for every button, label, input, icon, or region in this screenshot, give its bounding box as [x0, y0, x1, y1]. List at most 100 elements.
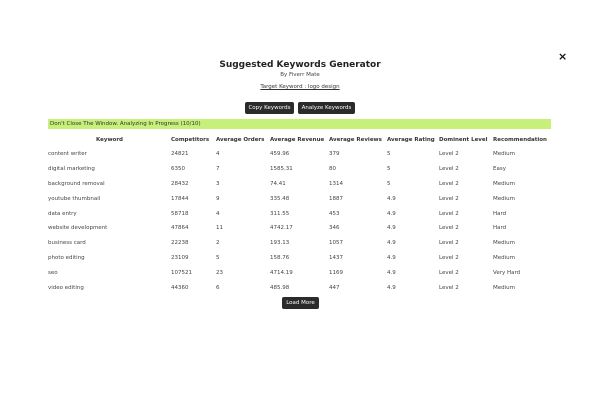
cell-average-orders: 23	[216, 269, 223, 276]
cell-recommendation: Medium	[493, 284, 515, 291]
cell-average-revenue: 193.13	[270, 240, 290, 247]
cell-recommendation: Medium	[493, 240, 515, 247]
cell-keyword: background removal	[48, 180, 105, 187]
cell-average-rating: 4.9	[387, 269, 396, 276]
header-competitors: Competitors	[171, 137, 210, 143]
table-row: website development 47864 11 4742.17 346 4.9 L…	[48, 221, 558, 236]
cell-competitors: 58718	[171, 210, 189, 217]
copy-keywords-button[interactable]: Copy Keywords	[245, 102, 294, 114]
analyze-keywords-button[interactable]: Analyze Keywords	[298, 102, 355, 114]
cell-competitors: 22238	[171, 240, 189, 247]
cell-keyword: photo editing	[48, 254, 85, 261]
cell-keyword: website development	[48, 225, 108, 232]
cell-dominent-level: Level 2	[439, 166, 459, 173]
header-recommendation: Recommendation	[493, 137, 547, 143]
cell-dominent-level: Level 2	[439, 240, 459, 247]
cell-average-revenue: 158.76	[270, 254, 290, 261]
cell-average-rating: 5	[387, 180, 391, 187]
cell-average-revenue: 311.55	[270, 210, 290, 217]
cell-keyword: youtube thumbnail	[48, 195, 101, 202]
cell-average-orders: 9	[216, 195, 220, 202]
cell-dominent-level: Level 2	[439, 180, 459, 187]
cell-recommendation: Medium	[493, 254, 515, 261]
load-more-button[interactable]: Load More	[282, 297, 319, 309]
cell-dominent-level: Level 2	[439, 254, 459, 261]
cell-dominent-level: Level 2	[439, 195, 459, 202]
cell-average-rating: 4.9	[387, 195, 396, 202]
page-title: Suggested Keywords Generator	[219, 60, 381, 70]
cell-average-orders: 2	[216, 240, 220, 247]
cell-dominent-level: Level 2	[439, 210, 459, 217]
cell-average-rating: 4.9	[387, 225, 396, 232]
cell-average-reviews: 1437	[329, 254, 343, 261]
cell-recommendation: Medium	[493, 195, 515, 202]
cell-average-orders: 7	[216, 166, 220, 173]
cell-average-orders: 5	[216, 254, 220, 261]
cell-average-rating: 5	[387, 166, 391, 173]
cell-competitors: 47864	[171, 225, 189, 232]
cell-keyword: content writer	[48, 151, 87, 158]
progress-banner: Don't Close The Window. Analyzing In Pro…	[48, 119, 551, 129]
header-average-revenue: Average Revenue	[270, 137, 325, 143]
cell-recommendation: Hard	[493, 225, 507, 232]
header-dominent-level: Dominent Level	[439, 137, 488, 143]
cell-average-reviews: 1057	[329, 240, 343, 247]
cell-average-revenue: 74.41	[270, 180, 286, 187]
cell-average-reviews: 1169	[329, 269, 343, 276]
cell-average-revenue: 485.98	[270, 284, 290, 291]
cell-average-rating: 5	[387, 151, 391, 158]
table-row: youtube thumbnail 17844 9 335.48 1887 4.9 Leve…	[48, 191, 558, 206]
cell-average-rating: 4.9	[387, 254, 396, 261]
cell-dominent-level: Level 2	[439, 151, 459, 158]
cell-keyword: business card	[48, 240, 86, 247]
cell-competitors: 44360	[171, 284, 189, 291]
cell-competitors: 107521	[171, 269, 192, 276]
cell-competitors: 23109	[171, 254, 189, 261]
table-row: business card 22238 2 193.13 1057 4.9 Level 2 M…	[48, 236, 558, 251]
cell-average-reviews: 453	[329, 210, 340, 217]
header-keyword: Keyword	[96, 137, 123, 143]
cell-recommendation: Easy	[493, 166, 506, 173]
cell-dominent-level: Level 2	[439, 225, 459, 232]
cell-average-reviews: 80	[329, 166, 336, 173]
cell-average-rating: 4.9	[387, 284, 396, 291]
cell-average-reviews: 346	[329, 225, 340, 232]
cell-average-reviews: 1887	[329, 195, 343, 202]
cell-competitors: 6350	[171, 166, 185, 173]
table-row: data entry 58718 4 311.55 453 4.9 Level 2 Hard	[48, 206, 558, 221]
header-average-rating: Average Rating	[387, 137, 435, 143]
cell-competitors: 28432	[171, 180, 189, 187]
cell-average-orders: 6	[216, 284, 220, 291]
header-average-orders: Average Orders	[216, 137, 265, 143]
cell-average-rating: 4.9	[387, 210, 396, 217]
target-keyword[interactable]: Target Keyword : logo design	[0, 84, 600, 90]
cell-competitors: 17844	[171, 195, 189, 202]
cell-keyword: data entry	[48, 210, 77, 217]
cell-dominent-level: Level 2	[439, 269, 459, 276]
cell-average-orders: 11	[216, 225, 223, 232]
cell-keyword: video editing	[48, 284, 84, 291]
table-row: video editing 44360 6 485.98 447 4.9 Level 2 Me…	[48, 280, 558, 295]
cell-average-orders: 3	[216, 180, 220, 187]
table-header-row: Keyword Competitors Average Orders Avera…	[48, 133, 558, 147]
cell-competitors: 24821	[171, 151, 189, 158]
table-row: seo 107521 23 4714.19 1169 4.9 Level 2 Very Har…	[48, 265, 558, 280]
table-row: content writer 24821 4 459.96 379 5 Level 2 Med…	[48, 147, 558, 162]
cell-recommendation: Very Hard	[493, 269, 521, 276]
cell-average-reviews: 1314	[329, 180, 343, 187]
cell-recommendation: Medium	[493, 180, 515, 187]
cell-average-revenue: 459.96	[270, 151, 290, 158]
keywords-table: Keyword Competitors Average Orders Avera…	[48, 133, 558, 295]
cell-keyword: digital marketing	[48, 166, 95, 173]
cell-average-revenue: 1585.31	[270, 166, 293, 173]
subtitle: By Fiverr Mate	[280, 72, 320, 78]
cell-average-orders: 4	[216, 210, 220, 217]
cell-average-rating: 4.9	[387, 240, 396, 247]
cell-dominent-level: Level 2	[439, 284, 459, 291]
header-average-reviews: Average Reviews	[329, 137, 382, 143]
table-row: background removal 28432 3 74.41 1314 5 Level …	[48, 177, 558, 192]
cell-recommendation: Medium	[493, 151, 515, 158]
cell-average-revenue: 335.48	[270, 195, 290, 202]
cell-keyword: seo	[48, 269, 58, 276]
cell-average-revenue: 4742.17	[270, 225, 293, 232]
